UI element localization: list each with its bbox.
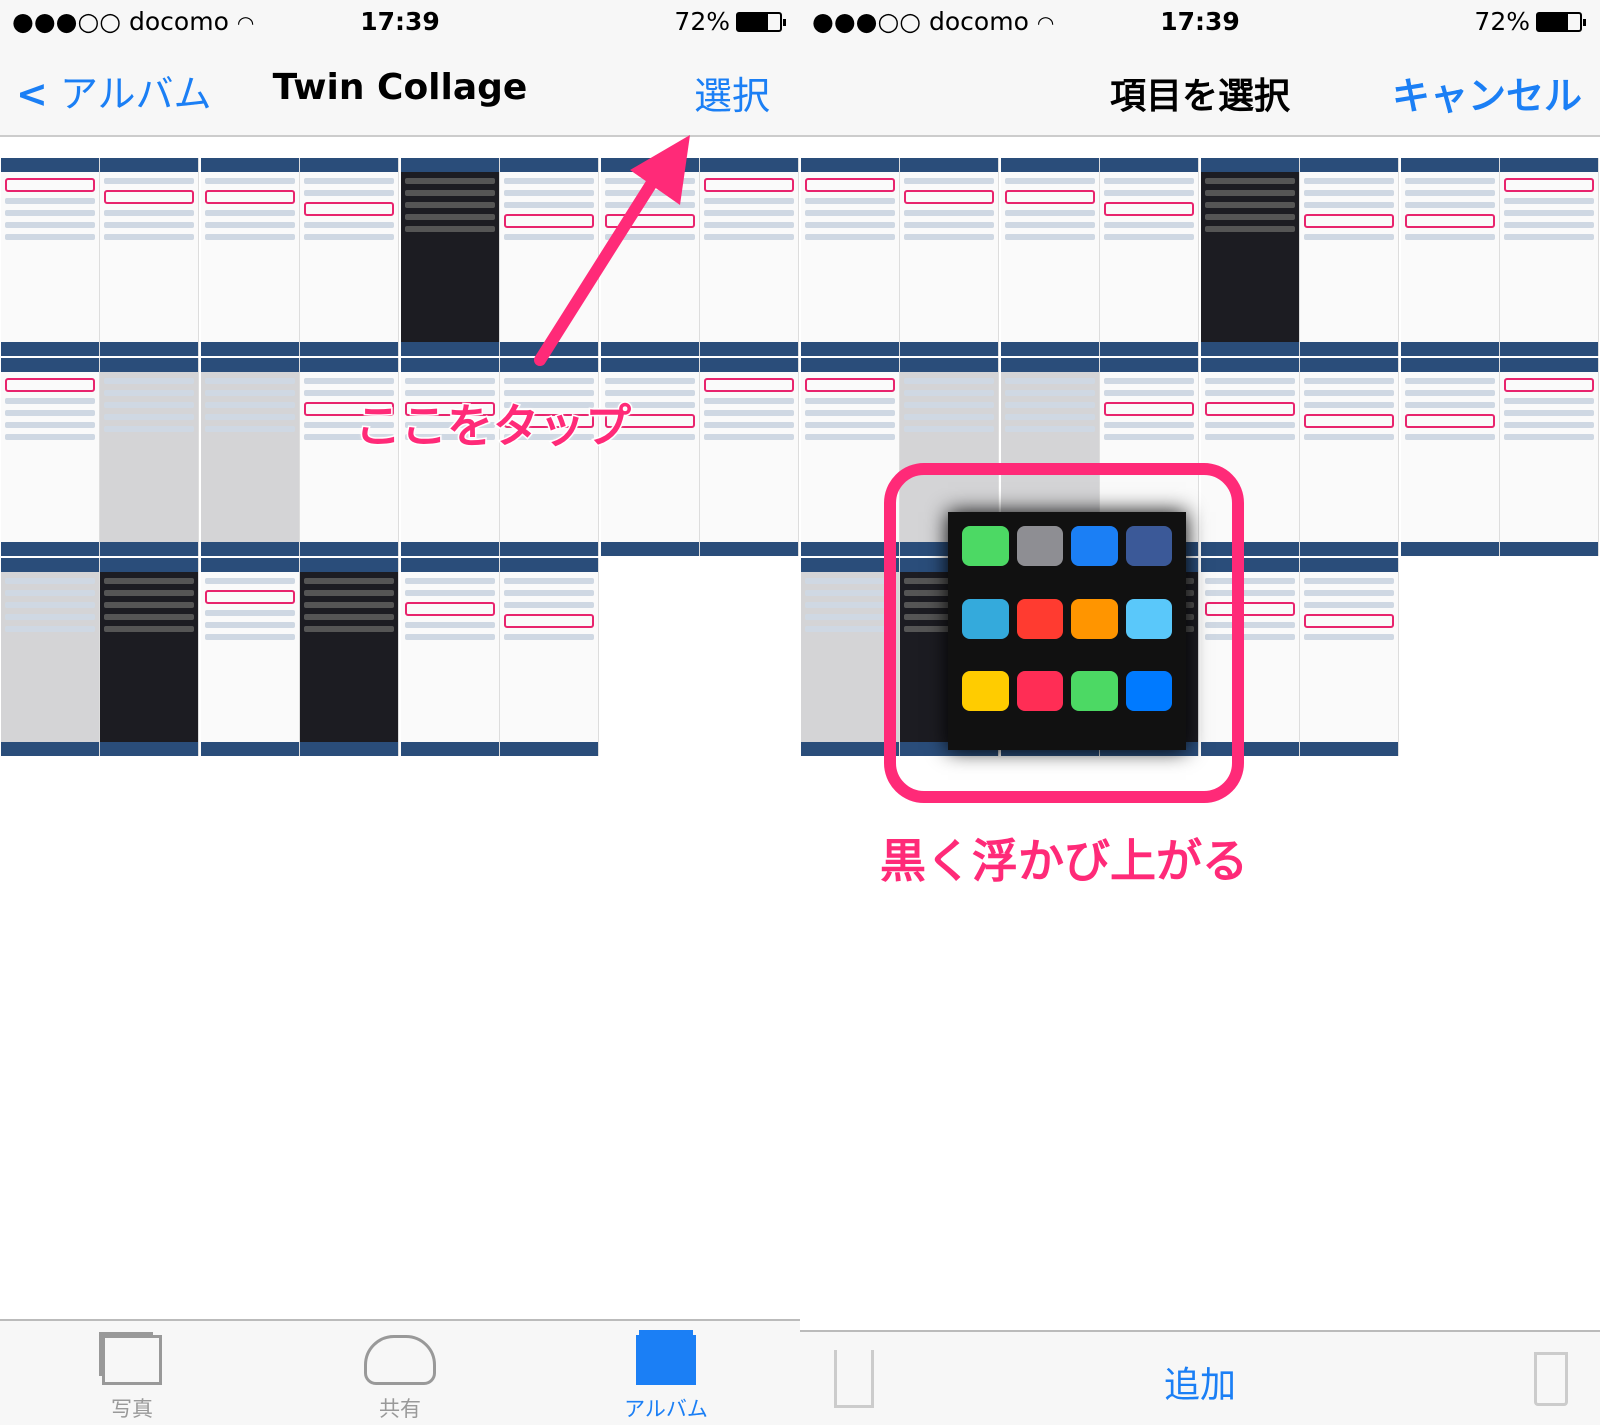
screenshot-half [401,158,500,356]
cloud-icon [364,1335,436,1385]
nav-bar: < アルバム Twin Collage 選択 [0,45,800,137]
screenshot-half [201,558,300,756]
screenshot-half [401,558,500,756]
photo-thumbnail[interactable] [200,357,400,557]
screenshot-half [1401,358,1500,556]
photo-thumbnail[interactable] [800,157,1000,357]
screenshot-half [1401,158,1500,356]
tab-label: 共有 [379,1397,421,1421]
tab-label: 写真 [111,1397,153,1421]
screenshot-half [500,558,599,756]
battery-icon [736,12,786,32]
screenshot-half [601,358,700,556]
battery-percent: 72% [1474,7,1530,36]
cancel-button[interactable]: キャンセル [1392,65,1582,120]
page-title: Twin Collage [272,67,528,108]
screenshot-half [700,358,799,556]
photo-thumbnail[interactable] [600,357,800,557]
tab-shared[interactable]: 共有 [320,1335,480,1423]
screenshot-half [300,158,399,356]
add-button[interactable]: 追加 [800,1356,1600,1408]
tab-label: アルバム [624,1397,708,1421]
left-screen: ●●●○○ docomo ◠ 17:39 72% < アルバム Twin Coll… [0,0,800,1425]
tab-albums[interactable]: アルバム [586,1335,746,1423]
screenshot-half [700,158,799,356]
screenshot-half [1,558,100,756]
select-button[interactable]: 選択 [694,65,770,120]
screenshot-half [100,558,199,756]
photo-thumbnail[interactable] [400,357,600,557]
photo-thumbnail[interactable] [400,557,600,757]
photos-icon [102,1335,162,1385]
highlight-box [884,463,1244,803]
screenshot-half [401,358,500,556]
photo-thumbnail[interactable] [1400,357,1600,557]
status-bar: ●●●○○ docomo ◠ 17:39 72% [0,0,800,45]
screenshot-half [900,158,999,356]
screenshot-half [1,358,100,556]
photo-thumbnail[interactable] [1400,157,1600,357]
screenshot-half [1500,158,1599,356]
screenshot-half [100,358,199,556]
photo-thumbnail[interactable] [1000,157,1200,357]
screenshot-half [1001,158,1100,356]
tab-bar: 写真 共有 アルバム [0,1319,800,1425]
screenshot-half [201,358,300,556]
tab-photos[interactable]: 写真 [52,1335,212,1423]
nav-bar: 項目を選択 キャンセル [800,45,1600,137]
tap-here-label: ここをタップ [354,398,633,455]
screenshot-half [1100,158,1199,356]
screenshot-half [1201,158,1300,356]
status-bar: ●●●○○ docomo ◠ 17:39 72% [800,0,1600,45]
screenshot-half [500,358,599,556]
screenshot-half [1300,558,1399,756]
right-screen: ●●●○○ docomo ◠ 17:39 72% 項目を選択 キャンセル 黒く浮か… [800,0,1600,1425]
battery-percent: 72% [674,7,730,36]
screenshot-half [1,158,100,356]
screenshot-half [100,158,199,356]
screenshot-half [1300,358,1399,556]
toolbar: 追加 [800,1330,1600,1425]
photo-thumbnail[interactable] [200,157,400,357]
screenshot-half [801,158,900,356]
photo-thumbnail[interactable] [0,357,200,557]
photo-thumbnail[interactable] [1200,157,1400,357]
photo-thumbnail[interactable] [0,557,200,757]
screenshot-half [300,358,399,556]
screenshot-half [1500,358,1599,556]
arrow-annotation [534,135,690,366]
photo-thumbnail[interactable] [0,157,200,357]
photo-thumbnail[interactable] [200,557,400,757]
screenshot-half [300,558,399,756]
screenshot-half [1300,158,1399,356]
float-up-label: 黒く浮かび上がる [879,833,1250,890]
trash-icon[interactable] [1534,1352,1568,1406]
screenshot-half [201,158,300,356]
battery-icon [1536,12,1586,32]
album-icon [636,1335,696,1385]
